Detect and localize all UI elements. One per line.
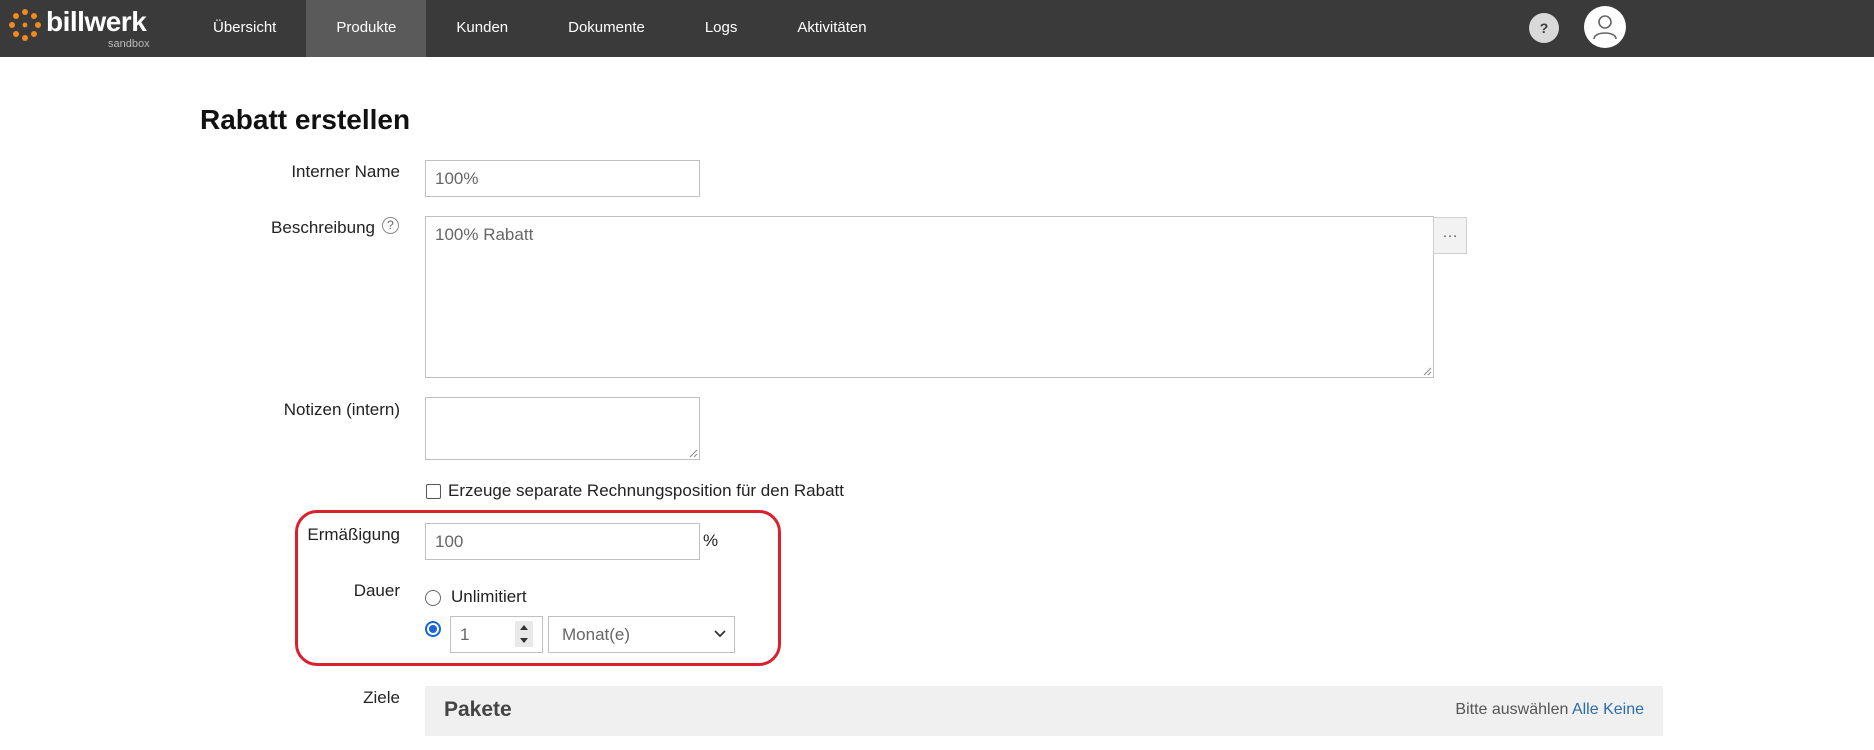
- select-none-link[interactable]: Keine: [1603, 701, 1644, 718]
- resize-grip-icon[interactable]: [1422, 366, 1432, 376]
- billwerk-logo-mark-icon: [9, 9, 41, 41]
- nav-item-logs[interactable]: Logs: [675, 0, 768, 57]
- description-help-icon[interactable]: ?: [382, 217, 399, 234]
- resize-grip-icon[interactable]: [688, 448, 698, 458]
- targets-label: Ziele: [363, 688, 400, 707]
- main-nav: Übersicht Produkte Kunden Dokumente Logs…: [185, 0, 897, 57]
- internal-name-label: Interner Name: [291, 162, 400, 181]
- pakete-section-header: Pakete Bitte auswählen Alle Keine: [425, 686, 1663, 736]
- reduction-unit: %: [703, 531, 719, 550]
- separate-position-checkbox[interactable]: [426, 484, 441, 499]
- user-avatar-button[interactable]: [1584, 6, 1626, 48]
- stepper-down-icon[interactable]: [515, 634, 533, 647]
- description-textarea[interactable]: 100% Rabatt: [425, 216, 1434, 378]
- internal-name-input[interactable]: [425, 160, 700, 197]
- select-prompt: Bitte auswählen: [1455, 701, 1569, 718]
- separate-position-label[interactable]: Erzeuge separate Rechnungsposition für d…: [448, 481, 844, 501]
- pakete-title: Pakete: [444, 698, 512, 721]
- nav-item-uebersicht[interactable]: Übersicht: [185, 0, 306, 57]
- duration-count-value: 1: [460, 625, 470, 644]
- top-navigation-bar: billwerk sandbox Übersicht Produkte Kund…: [0, 0, 1874, 57]
- logo-subtitle: sandbox: [108, 38, 150, 50]
- duration-label: Dauer: [353, 581, 400, 600]
- duration-period-select[interactable]: Monat(e): [548, 616, 735, 653]
- notes-label: Notizen (intern): [283, 400, 400, 419]
- select-all-link[interactable]: Alle: [1572, 701, 1599, 718]
- user-icon: [1593, 15, 1617, 40]
- reduction-input[interactable]: [425, 523, 700, 560]
- nav-item-produkte[interactable]: Produkte: [306, 0, 427, 57]
- description-label: Beschreibung: [271, 218, 375, 237]
- nav-item-aktivitaeten[interactable]: Aktivitäten: [767, 0, 896, 57]
- duration-period-value: Monat(e): [562, 625, 631, 644]
- description-more-button[interactable]: …: [1433, 217, 1467, 254]
- reduction-label: Ermäßigung: [307, 525, 400, 544]
- duration-unlimited-radio[interactable]: [425, 590, 441, 606]
- notes-textarea[interactable]: [425, 397, 700, 460]
- duration-unlimited-label[interactable]: Unlimitiert: [451, 587, 527, 607]
- chevron-down-icon: [714, 630, 726, 638]
- stepper-up-icon[interactable]: [515, 621, 533, 634]
- page-title: Rabatt erstellen: [200, 104, 411, 135]
- logo-text: billwerk: [46, 6, 147, 37]
- duration-limited-radio[interactable]: [425, 621, 441, 637]
- help-button[interactable]: ?: [1529, 13, 1559, 43]
- billwerk-logo[interactable]: billwerk sandbox: [8, 4, 158, 52]
- duration-count-stepper[interactable]: [515, 621, 533, 647]
- nav-item-kunden[interactable]: Kunden: [426, 0, 538, 57]
- pakete-selection-links: Bitte auswählen Alle Keine: [1455, 701, 1644, 719]
- description-value: 100% Rabatt: [435, 225, 534, 244]
- nav-item-dokumente[interactable]: Dokumente: [538, 0, 675, 57]
